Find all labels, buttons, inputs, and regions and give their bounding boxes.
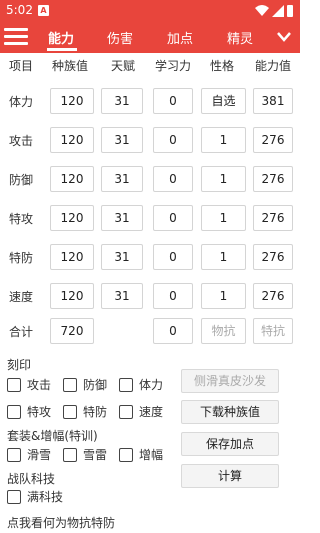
stat-race-field[interactable]: 120 <box>50 244 94 270</box>
stat-label: 防御 <box>9 173 34 187</box>
stat-value-field[interactable]: 276 <box>253 205 293 231</box>
team-title: 战队科技 <box>7 472 56 486</box>
stat-effort-field[interactable]: 0 <box>153 127 193 153</box>
stat-race-field[interactable]: 120 <box>50 205 94 231</box>
stat-value-field[interactable]: 276 <box>253 244 293 270</box>
stat-talent-field[interactable]: 31 <box>101 127 143 153</box>
resist-explanation-link[interactable]: 点我看何为物抗特防 <box>7 514 115 531</box>
save-points-button[interactable]: 保存加点 <box>181 432 279 456</box>
tab-damage[interactable]: 伤害 <box>96 28 144 47</box>
stat-talent-field[interactable]: 31 <box>101 244 143 270</box>
chevron-down-icon[interactable] <box>276 31 292 43</box>
stat-value-field[interactable]: 381 <box>253 88 293 114</box>
system-status-icons <box>255 5 293 17</box>
stat-value-field[interactable]: 276 <box>253 166 293 192</box>
stat-talent-field[interactable]: 31 <box>101 283 143 309</box>
stat-race-field[interactable]: 120 <box>50 166 94 192</box>
battery-icon <box>287 5 293 17</box>
header-effort: 学习力 <box>154 59 191 73</box>
header-race: 种族值 <box>51 59 88 73</box>
total-effort-field[interactable]: 0 <box>153 318 193 344</box>
header-talent: 天赋 <box>110 59 135 73</box>
stat-effort-field[interactable]: 0 <box>153 205 193 231</box>
stat-value-field[interactable]: 276 <box>253 283 293 309</box>
active-tab-indicator <box>47 48 77 51</box>
notification-icon: A <box>38 5 49 16</box>
total-label: 合计 <box>9 325 34 339</box>
stat-effort-field[interactable]: 0 <box>153 166 193 192</box>
stat-talent-field[interactable]: 31 <box>101 166 143 192</box>
wifi-icon <box>255 5 269 16</box>
status-time: 5:02 <box>6 3 33 17</box>
stat-talent-field[interactable]: 31 <box>101 88 143 114</box>
header-value: 能力值 <box>254 59 291 73</box>
total-race-field[interactable]: 720 <box>50 318 94 344</box>
stat-nature-field[interactable]: 自选 <box>201 88 246 114</box>
status-bar: 5:02 A <box>0 0 300 22</box>
paste-button[interactable]: 侧滑真皮沙发 <box>181 369 279 393</box>
stat-race-field[interactable]: 120 <box>50 283 94 309</box>
signal-icon <box>272 5 284 17</box>
stat-label: 攻击 <box>9 134 34 148</box>
hamburger-menu-icon[interactable] <box>4 28 28 46</box>
engrave-title: 刻印 <box>7 358 32 372</box>
header-nature: 性格 <box>209 59 234 73</box>
stat-label: 特攻 <box>9 212 34 226</box>
tab-ability[interactable]: 能力 <box>37 28 85 47</box>
stat-label: 速度 <box>9 290 34 304</box>
physical-resist-input[interactable]: 物抗 <box>201 318 246 344</box>
special-resist-input[interactable]: 特抗 <box>253 318 293 344</box>
stat-effort-field[interactable]: 0 <box>153 244 193 270</box>
download-race-button[interactable]: 下载种族值 <box>181 400 279 424</box>
stat-effort-field[interactable]: 0 <box>153 88 193 114</box>
stat-race-field[interactable]: 120 <box>50 88 94 114</box>
stat-race-field[interactable]: 120 <box>50 127 94 153</box>
stat-nature-field[interactable]: 1 <box>201 127 246 153</box>
stat-nature-field[interactable]: 1 <box>201 283 246 309</box>
stat-effort-field[interactable]: 0 <box>153 283 193 309</box>
stat-value-field[interactable]: 276 <box>253 127 293 153</box>
stat-label: 特防 <box>9 251 34 265</box>
stat-nature-field[interactable]: 1 <box>201 205 246 231</box>
stat-talent-field[interactable]: 31 <box>101 205 143 231</box>
stat-nature-field[interactable]: 1 <box>201 244 246 270</box>
calculate-button[interactable]: 计算 <box>181 464 279 488</box>
tab-points[interactable]: 加点 <box>156 28 204 47</box>
stat-nature-field[interactable]: 1 <box>201 166 246 192</box>
tab-spirit[interactable]: 精灵 <box>216 28 264 47</box>
suit-title: 套装&增幅(特训) <box>7 429 98 443</box>
header-item: 项目 <box>8 59 33 73</box>
stat-label: 体力 <box>9 95 34 109</box>
app-bar: 能力 伤害 加点 精灵 <box>0 22 300 53</box>
